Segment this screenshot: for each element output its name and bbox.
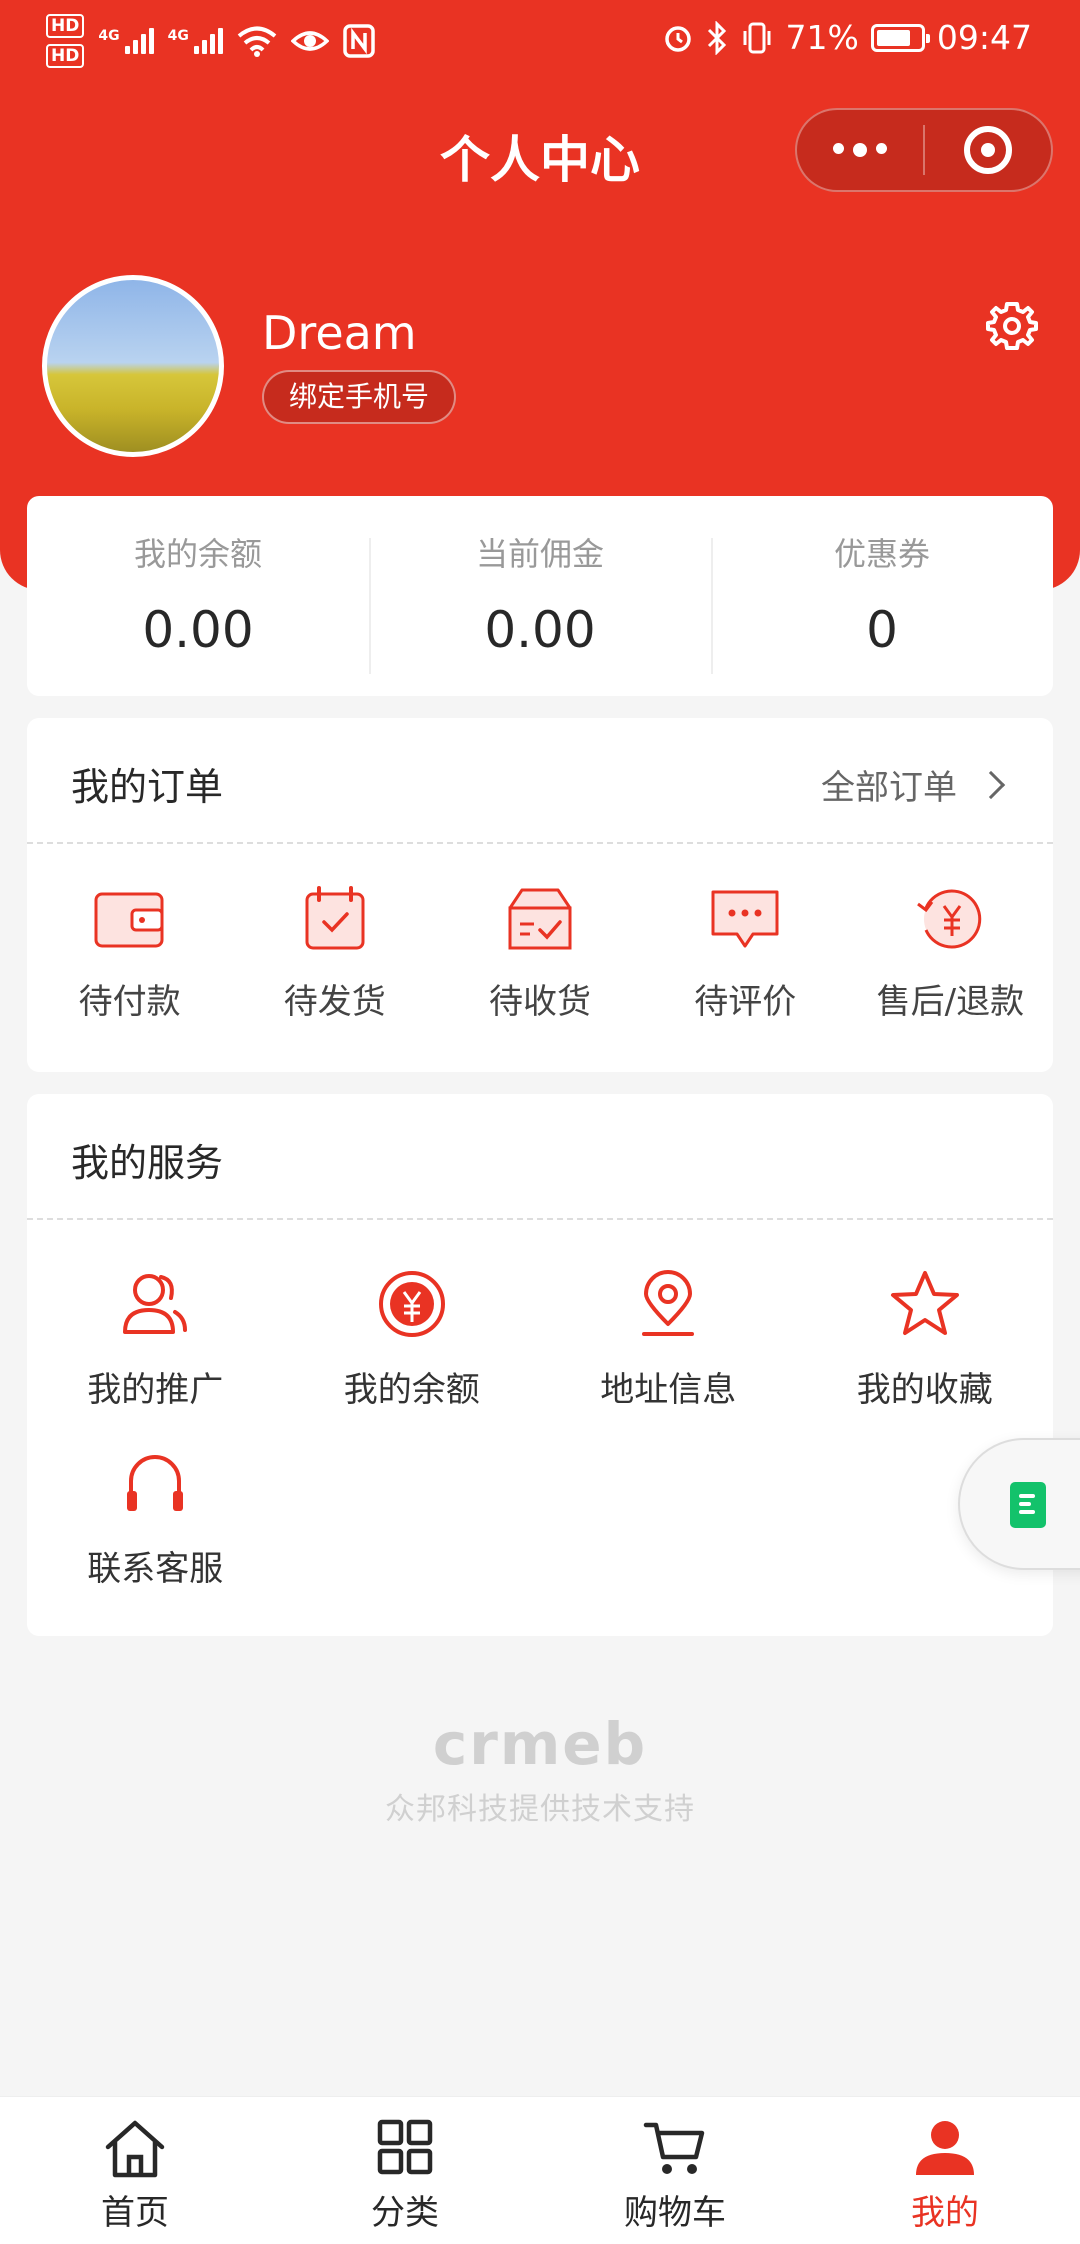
service-favorites[interactable]: 我的收藏 [797, 1268, 1054, 1411]
clock: 09:47 [936, 18, 1032, 57]
all-orders-label: 全部订单 [821, 768, 957, 808]
service-address[interactable]: 地址信息 [540, 1268, 797, 1411]
brand-logo: crmeb [432, 1710, 648, 1778]
all-orders-link[interactable]: 全部订单 [821, 760, 1006, 809]
stat-label: 优惠券 [833, 535, 930, 573]
stat-value: 0.00 [142, 601, 254, 659]
floating-document-button[interactable] [958, 1438, 1080, 1570]
service-label: 我的收藏 [856, 1370, 993, 1410]
service-customer-support[interactable]: 联系客服 [27, 1447, 284, 1590]
nfc-icon [343, 24, 375, 58]
wifi-icon [237, 26, 277, 57]
eye-icon [290, 31, 329, 51]
wallet-icon [94, 892, 164, 948]
chevron-right-icon [976, 770, 1006, 799]
order-pending-receipt[interactable]: 待收货 [437, 884, 642, 1023]
orders-card: 我的订单 全部订单 待付款 待发货 待收货 待评价 售后/退款 [27, 718, 1053, 1072]
stat-value: 0 [866, 601, 898, 659]
star-icon [890, 1271, 959, 1335]
stat-coupons[interactable]: 优惠券 0 [711, 532, 1053, 674]
alarm-icon [664, 25, 691, 52]
document-icon [1010, 1482, 1046, 1528]
service-balance[interactable]: 我的余额 [284, 1268, 541, 1411]
service-label: 地址信息 [600, 1370, 737, 1410]
hd-indicator: HD [46, 14, 85, 38]
signal-icon: 4G [168, 28, 223, 54]
hd-indicator: HD [46, 44, 85, 68]
more-dots-icon [833, 143, 887, 157]
order-label: 待付款 [78, 982, 181, 1022]
tab-label: 我的 [911, 2193, 979, 2233]
order-pending-payment[interactable]: 待付款 [27, 884, 232, 1023]
mini-program-capsule [795, 108, 1053, 192]
tab-label: 分类 [371, 2193, 439, 2233]
signal-icon: 4G [98, 28, 154, 54]
tab-bar: 首页 分类 购物车 我的 [0, 2096, 1080, 2244]
comment-icon [711, 890, 779, 948]
home-icon [105, 2120, 165, 2178]
support-text: 众邦科技提供技术支持 [385, 1792, 695, 1827]
box-check-icon [508, 888, 572, 950]
orders-title: 我的订单 [71, 765, 224, 809]
battery-percent: 71% [785, 18, 859, 57]
avatar[interactable] [42, 275, 224, 457]
stat-label: 我的余额 [133, 535, 262, 573]
calendar-check-icon [305, 886, 365, 950]
cart-icon [643, 2122, 705, 2174]
location-icon [642, 1270, 695, 1336]
order-after-sales[interactable]: 售后/退款 [848, 884, 1053, 1023]
username: Dream [262, 306, 417, 360]
bluetooth-icon [707, 20, 726, 55]
order-pending-review[interactable]: 待评价 [643, 884, 848, 1023]
stat-balance[interactable]: 我的余额 0.00 [27, 532, 369, 660]
battery-icon [870, 23, 930, 52]
gear-icon[interactable] [984, 298, 1040, 354]
services-card: 我的服务 我的推广 我的余额 地址信息 我的收藏 联系客服 [27, 1094, 1053, 1636]
service-promotion[interactable]: 我的推广 [27, 1268, 284, 1411]
close-mini-program-button[interactable] [925, 110, 1051, 190]
headset-icon [127, 1455, 184, 1511]
stat-label: 当前佣金 [475, 535, 604, 573]
tab-label: 首页 [101, 2193, 169, 2233]
stat-commission[interactable]: 当前佣金 0.00 [369, 532, 711, 674]
coin-icon [378, 1271, 445, 1337]
order-pending-shipment[interactable]: 待发货 [232, 884, 437, 1023]
vibrate-icon [743, 22, 771, 53]
more-menu-button[interactable] [797, 110, 923, 190]
tab-label: 购物车 [624, 2193, 726, 2233]
order-label: 待发货 [283, 982, 386, 1022]
tech-support-footer: crmeb 众邦科技提供技术支持 [0, 1710, 1080, 1828]
grid-icon [377, 2119, 433, 2175]
stats-card: 我的余额 0.00 当前佣金 0.00 优惠券 0 [27, 496, 1053, 696]
tab-home[interactable]: 首页 [0, 2097, 270, 2244]
stat-value: 0.00 [484, 601, 596, 659]
order-label: 待收货 [489, 982, 591, 1022]
tab-category[interactable]: 分类 [270, 2097, 540, 2244]
bind-phone-button[interactable]: 绑定手机号 [262, 370, 457, 424]
order-label: 待评价 [694, 982, 797, 1022]
user-icon [916, 2121, 974, 2175]
target-icon [964, 126, 1012, 174]
service-label: 联系客服 [87, 1549, 224, 1589]
service-label: 我的推广 [87, 1370, 224, 1410]
users-icon [123, 1274, 188, 1334]
status-bar: HD HD 4G 4G 71% 09:47 [0, 0, 1080, 84]
order-label: 售后/退款 [876, 982, 1025, 1022]
service-label: 我的余额 [343, 1370, 480, 1410]
services-title: 我的服务 [71, 1141, 224, 1185]
tab-mine[interactable]: 我的 [810, 2097, 1080, 2244]
tab-cart[interactable]: 购物车 [540, 2097, 810, 2244]
refund-icon [917, 889, 982, 949]
